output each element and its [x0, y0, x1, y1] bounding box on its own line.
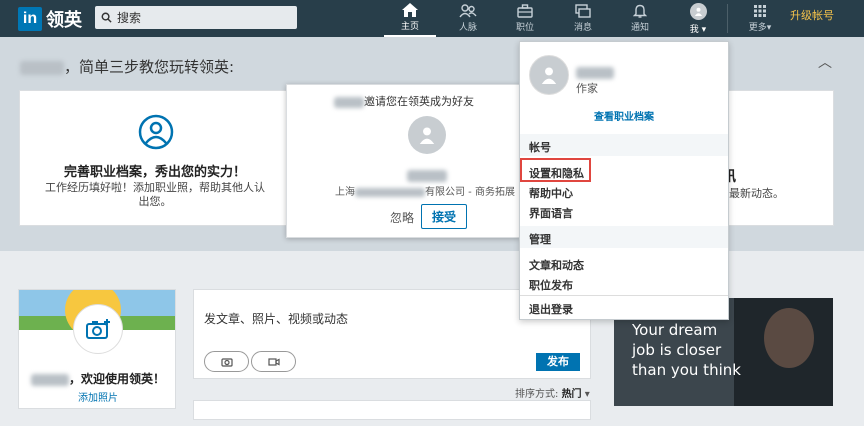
highlight-box [520, 158, 591, 182]
welcome-text: ，欢迎使用领英！ [31, 370, 165, 387]
collapse-chevron-icon[interactable]: ︿ [818, 52, 832, 72]
nav-me[interactable]: 我 ▾ [672, 0, 724, 37]
linkedin-logo[interactable]: in 领英 [18, 6, 82, 32]
briefcase-icon [517, 4, 533, 18]
dropdown-username [576, 62, 614, 81]
inviter-name [407, 165, 447, 184]
blurred-username [20, 60, 64, 75]
nav-jobs[interactable]: 职位 [499, 0, 551, 37]
nav-notifications[interactable]: 通知 [614, 0, 666, 37]
help-center-item[interactable]: 帮助中心 [529, 185, 573, 201]
ignore-button[interactable]: 忽略 [390, 209, 414, 226]
card3-desc-fragment: 最新动态。 [729, 187, 784, 200]
blurred-inviter-name [334, 96, 364, 108]
ad-person-silhouette [764, 308, 814, 368]
complete-profile-card: 完善职业档案，秀出您的实力！ 工作经历填好啦！添加职业照，帮助其他人认出您。 [19, 90, 289, 226]
person-silhouette-icon [419, 127, 435, 144]
upgrade-account-link[interactable]: 升级帐号 [790, 7, 834, 23]
nav-divider [727, 4, 728, 33]
inviter-avatar[interactable] [408, 116, 446, 154]
search-icon [101, 12, 112, 23]
avatar-icon [689, 2, 707, 20]
dropdown-divider [520, 295, 728, 296]
dropdown-avatar[interactable] [529, 55, 569, 95]
video-icon [267, 357, 280, 366]
account-section-header: 帐号 [520, 134, 728, 156]
dropdown-role: 作家 [576, 82, 598, 95]
nav-home-label: 主页 [400, 22, 419, 32]
logout-item[interactable]: 退出登录 [529, 301, 573, 317]
nav-more[interactable]: 更多▾ [734, 0, 786, 37]
nav-more-label: 更多▾ [748, 23, 772, 33]
nav-network[interactable]: 人脉 [442, 0, 494, 37]
add-photo-avatar[interactable] [73, 304, 123, 354]
sort-control[interactable]: 排序方式: 热门 ▾ [515, 385, 590, 400]
nav-messaging[interactable]: 消息 [557, 0, 609, 37]
onboarding-title: ，简单三步教您玩转领英: [20, 56, 234, 77]
feed-item [193, 400, 591, 420]
invitation-text: 邀请您在领英成为好友 [287, 93, 521, 109]
invitation-card: 邀请您在领英成为好友 上海 有限公司 - 商务拓展 忽略 接受 [286, 84, 520, 238]
nav-notifications-label: 通知 [630, 23, 649, 33]
complete-profile-desc: 工作经历填好啦！添加职业照，帮助其他人认出您。 [45, 181, 265, 208]
ad-text: Your dream job is closer than you think [632, 321, 741, 379]
people-icon [459, 4, 477, 18]
bell-icon [633, 4, 647, 18]
view-profile-link[interactable]: 查看职业档案 [520, 108, 728, 123]
photo-upload-button[interactable] [204, 351, 249, 372]
inviter-company: 上海 有限公司 - 商务拓展 [335, 187, 515, 198]
chevron-down-icon: ▾ [584, 389, 590, 400]
accept-button[interactable]: 接受 [421, 204, 468, 229]
nav-jobs-label: 职位 [515, 23, 534, 33]
job-posting-item[interactable]: 职位发布 [529, 277, 573, 293]
profile-welcome-card: ，欢迎使用领英！ 添加照片 [18, 289, 176, 409]
video-upload-button[interactable] [251, 351, 296, 372]
linkedin-logo-icon: in [18, 7, 42, 31]
nav-me-label: 我 ▾ [689, 24, 707, 35]
brand-name: 领英 [46, 10, 82, 31]
post-button[interactable]: 发布 [536, 353, 580, 371]
manage-section-header: 管理 [520, 226, 728, 248]
camera-icon [220, 357, 233, 367]
search-placeholder: 搜索 [117, 11, 142, 25]
nav-network-label: 人脉 [458, 23, 477, 33]
add-photo-link[interactable]: 添加照片 [19, 389, 175, 404]
complete-profile-title: 完善职业档案，秀出您的实力！ [63, 165, 246, 180]
share-input[interactable]: 发文章、照片、视频或动态 [204, 310, 348, 327]
chevron-down-icon: ▾ [701, 24, 707, 35]
home-icon [402, 3, 418, 17]
search-input[interactable]: 搜索 [95, 6, 297, 29]
language-item[interactable]: 界面语言 [529, 205, 573, 221]
posts-activity-item[interactable]: 文章和动态 [529, 257, 584, 273]
profile-person-icon [138, 114, 174, 154]
person-silhouette-icon [541, 67, 557, 84]
message-icon [575, 4, 591, 18]
nav-home[interactable]: 主页 [384, 0, 436, 37]
camera-plus-icon [86, 319, 110, 339]
grid-icon [754, 5, 766, 17]
top-navigation-bar: in 领英 搜索 主页 人脉 职位 消息 通知 我 ▾ 更多▾ 升级帐号 [0, 0, 864, 37]
nav-messaging-label: 消息 [573, 23, 592, 33]
